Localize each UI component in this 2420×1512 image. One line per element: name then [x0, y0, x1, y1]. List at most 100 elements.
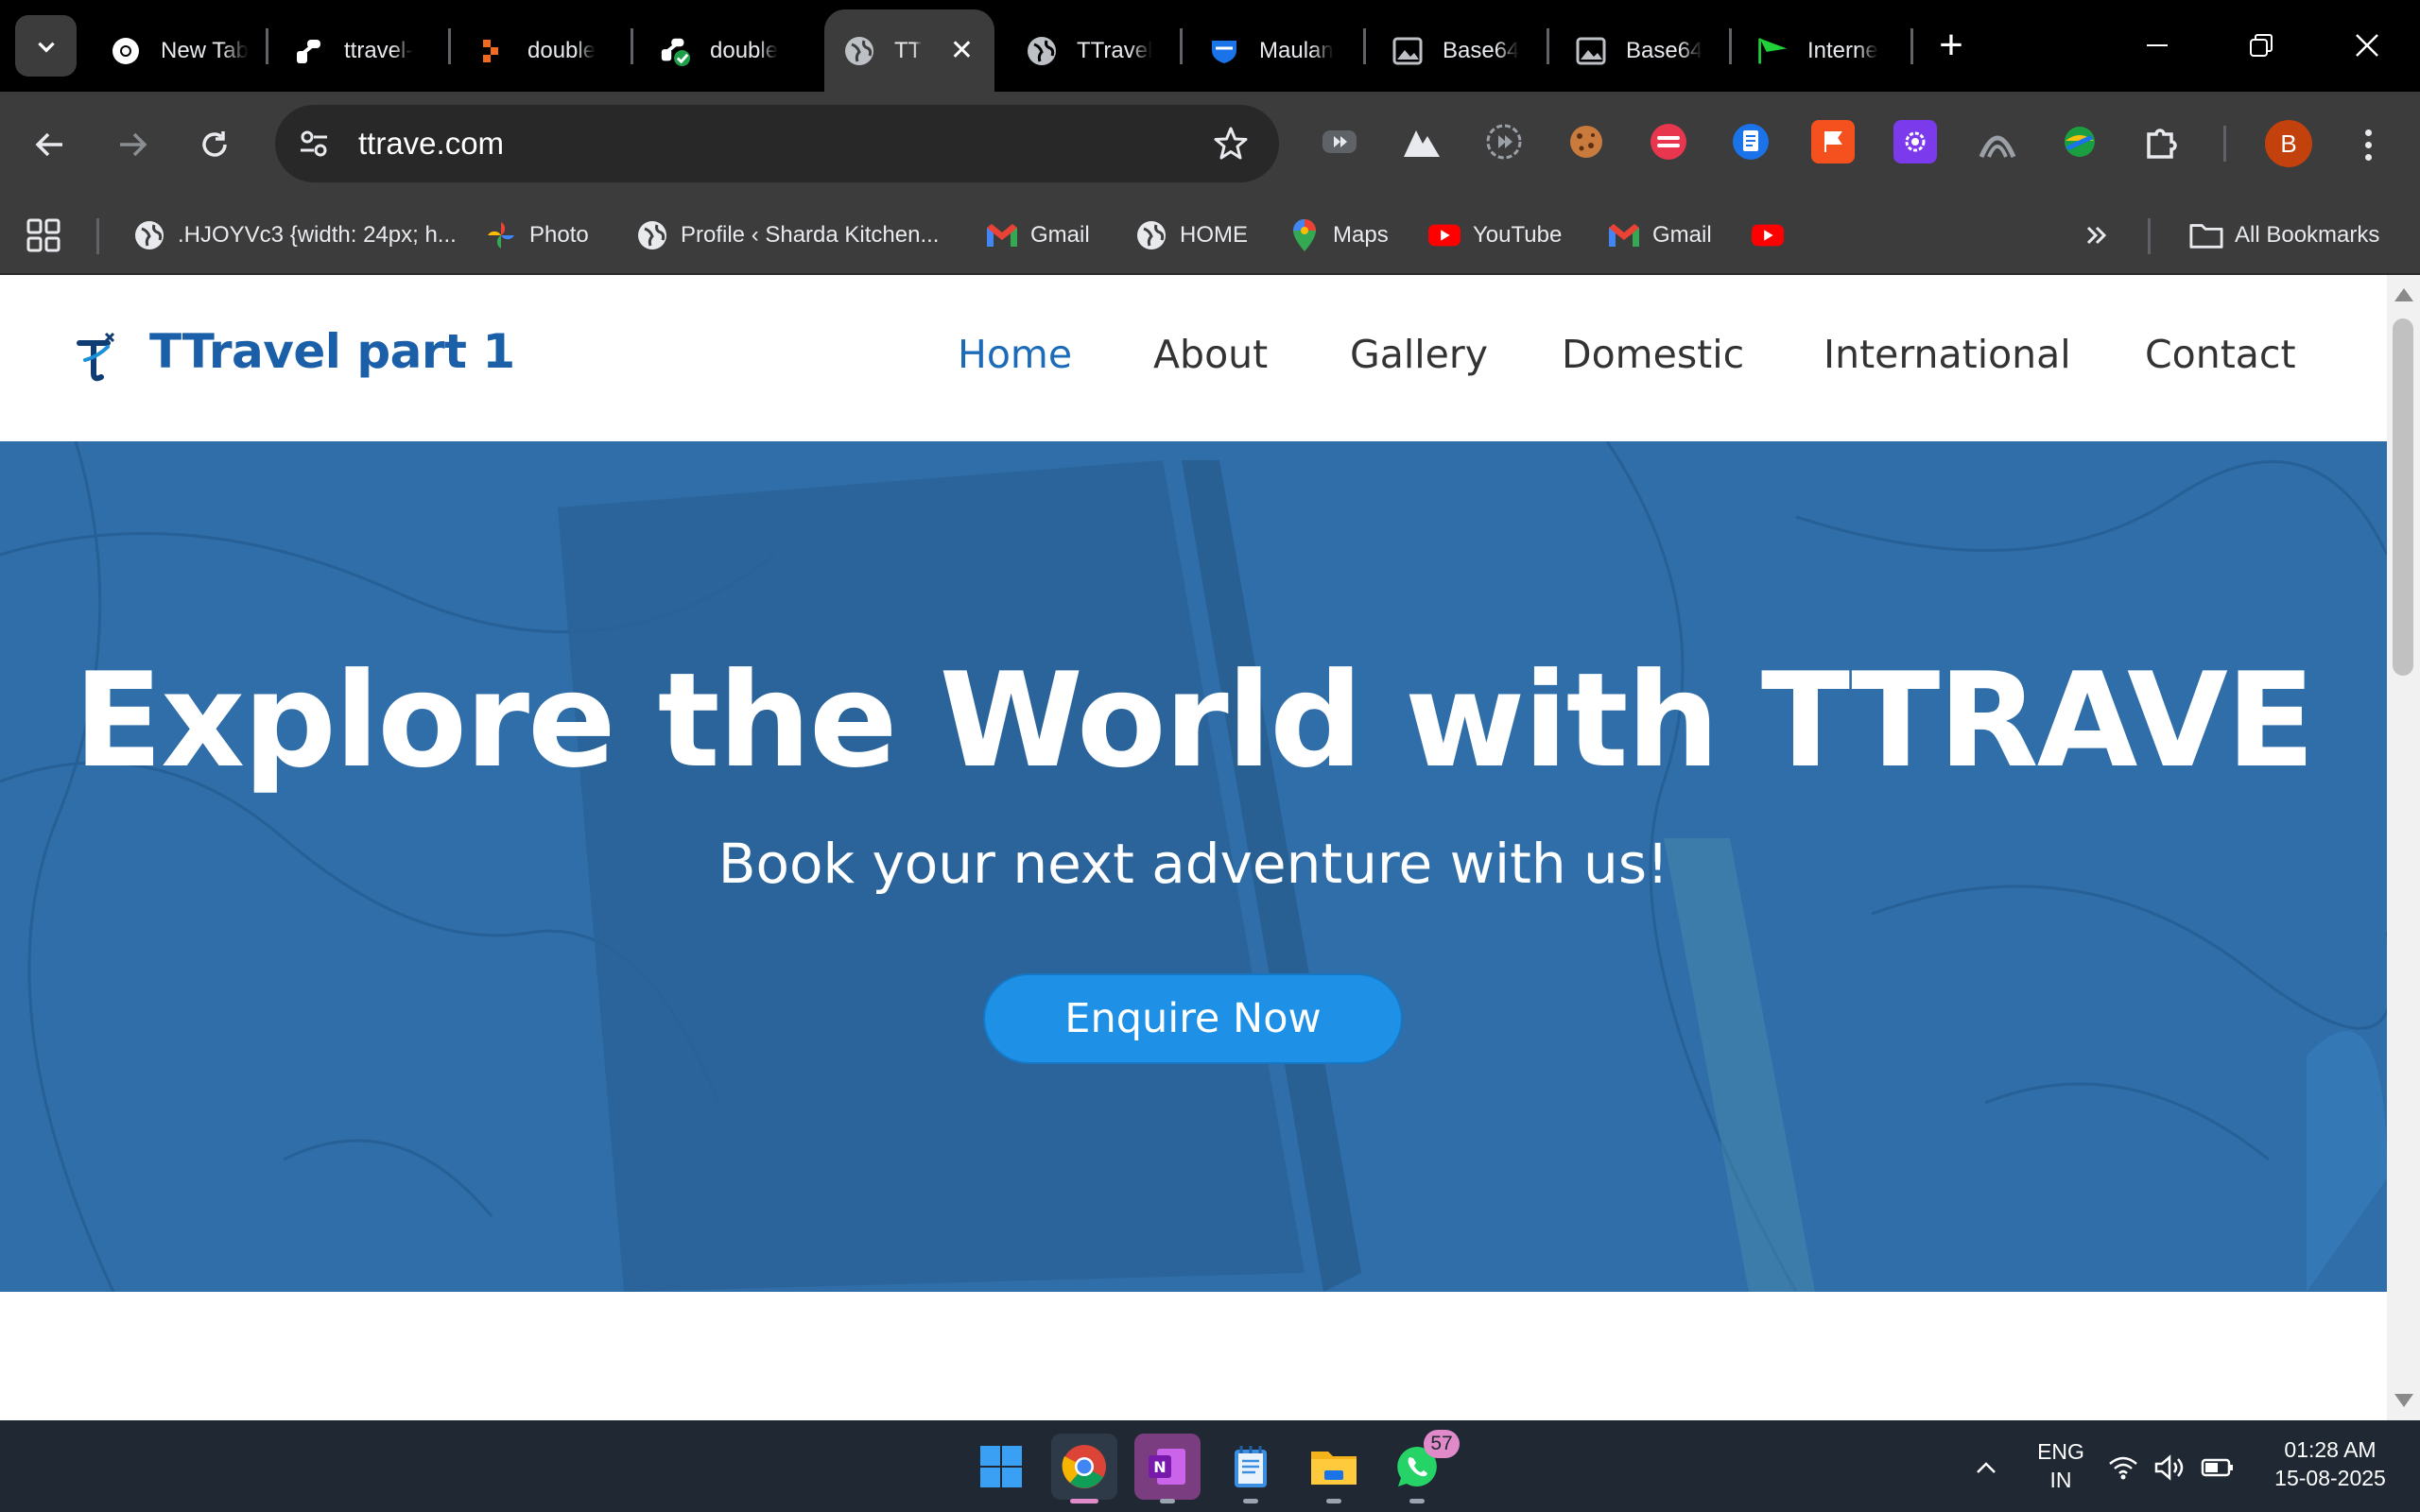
tab-new-tab[interactable]: New Tab: [91, 9, 261, 92]
nav-about[interactable]: About: [1153, 332, 1268, 377]
bookmark-label: Gmail: [1652, 222, 1712, 248]
start-button[interactable]: [968, 1434, 1034, 1500]
tab-base64-1[interactable]: Base64: [1373, 9, 1543, 92]
extension-mountain-icon[interactable]: [1400, 120, 1443, 163]
enquire-now-button[interactable]: Enquire Now: [983, 973, 1403, 1064]
new-tab-button[interactable]: +: [1930, 21, 1972, 70]
scroll-up-arrow-icon[interactable]: [2394, 288, 2413, 301]
site-logo-text[interactable]: TTravel part 1: [149, 324, 515, 379]
close-window-button[interactable]: [2339, 17, 2395, 74]
nav-contact[interactable]: Contact: [2145, 332, 2296, 377]
nav-domestic[interactable]: Domestic: [1562, 332, 1744, 377]
reload-button[interactable]: [188, 118, 241, 171]
site-info-icon[interactable]: [296, 126, 332, 162]
bookmark-label: Maps: [1333, 222, 1389, 248]
bookmark-item[interactable]: [1751, 211, 1796, 260]
extension-arc-icon[interactable]: [1976, 120, 2019, 163]
bookmark-item[interactable]: Photo: [484, 211, 589, 260]
tab-divider: [1910, 28, 1913, 64]
profile-avatar[interactable]: B: [2265, 120, 2312, 167]
bookmark-item[interactable]: YouTube: [1427, 211, 1562, 260]
tab-ttravel[interactable]: ttravel-: [274, 9, 444, 92]
green-flag-icon: [1756, 35, 1789, 67]
tab-divider: [1547, 28, 1549, 64]
bookmark-item[interactable]: Gmail: [1607, 211, 1712, 260]
nav-international[interactable]: International: [1824, 332, 2071, 377]
tab-maulan[interactable]: Maulan: [1189, 9, 1359, 92]
bookmark-star-icon[interactable]: [1211, 124, 1251, 163]
restore-button[interactable]: [2233, 17, 2290, 74]
extension-toggl-icon[interactable]: [1647, 120, 1690, 163]
arrow-right-icon: [120, 132, 147, 157]
nav-gallery[interactable]: Gallery: [1350, 332, 1488, 377]
extension-autoplay-icon[interactable]: [1482, 120, 1526, 163]
bookmark-item[interactable]: .HJOYVc3 {width: 24px; h...: [132, 211, 457, 260]
tab-ttravel-2[interactable]: TTravel: [1007, 9, 1177, 92]
taskbar-chrome[interactable]: [1051, 1434, 1117, 1503]
link-icon: [293, 35, 325, 67]
globe-icon: [132, 218, 166, 252]
hero-title: Explore the World with TTRAVE: [73, 644, 2315, 797]
nav-home[interactable]: Home: [958, 332, 1072, 377]
close-tab-icon[interactable]: ✕: [950, 34, 974, 67]
extension-flag-icon[interactable]: [1811, 120, 1855, 163]
globe-icon: [843, 35, 875, 67]
back-button[interactable]: [24, 118, 77, 171]
tab-label: Maulan: [1259, 37, 1334, 63]
apps-grid-button[interactable]: [26, 211, 72, 260]
forward-button[interactable]: [106, 118, 159, 171]
bookmark-item[interactable]: Gmail: [985, 211, 1090, 260]
extension-cookie-icon[interactable]: [1564, 120, 1608, 163]
more-bookmarks-button[interactable]: [2080, 211, 2125, 260]
folder-icon: [1311, 1452, 1357, 1485]
all-bookmarks-button[interactable]: All Bookmarks: [2189, 211, 2379, 260]
page-scrollbar[interactable]: [2387, 275, 2420, 1420]
pinwheel-icon: [484, 218, 518, 252]
restore-icon: [2250, 34, 2273, 57]
extensions-puzzle-icon[interactable]: [2140, 120, 2184, 163]
bookmark-item[interactable]: HOME: [1134, 211, 1248, 260]
link-check-icon: [659, 35, 691, 67]
tab-base64-2[interactable]: Base64: [1556, 9, 1726, 92]
bookmarks-divider: [96, 218, 99, 254]
show-hidden-icons-button[interactable]: [1953, 1441, 2019, 1494]
tab-label: ttravel-: [344, 37, 414, 63]
quick-settings-button[interactable]: [2100, 1441, 2242, 1494]
wifi-icon: [2109, 1456, 2137, 1480]
whatsapp-unread-badge: 57: [1424, 1430, 1460, 1458]
minimize-button[interactable]: [2129, 17, 2186, 74]
tab-internet[interactable]: Interne: [1737, 9, 1908, 92]
minimize-icon: [2147, 44, 2168, 46]
address-bar[interactable]: ttrave.com: [275, 105, 1279, 182]
bookmark-item[interactable]: Profile ‹ Sharda Kitchen...: [635, 211, 939, 260]
more-menu-icon[interactable]: [2354, 118, 2382, 171]
globe-icon: [1026, 35, 1058, 67]
tab-tt-active[interactable]: TT ✕: [824, 9, 994, 92]
extension-video-speed-icon[interactable]: [1318, 120, 1361, 163]
input-language-indicator[interactable]: ENG IN: [2032, 1437, 2089, 1494]
url-text[interactable]: ttrave.com: [358, 105, 504, 182]
taskbar-onenote[interactable]: N: [1134, 1434, 1201, 1503]
scrollbar-thumb[interactable]: [2393, 318, 2413, 676]
blue-shield-icon: [1208, 35, 1240, 67]
chevron-up-icon: [1977, 1462, 1996, 1473]
tab-double-1[interactable]: double: [458, 9, 628, 92]
extension-globe-download-icon[interactable]: [2058, 120, 2101, 163]
bookmark-item[interactable]: Maps: [1288, 211, 1389, 260]
taskbar-notepad[interactable]: [1218, 1434, 1284, 1503]
taskbar-whatsapp[interactable]: 57: [1384, 1430, 1460, 1503]
site-logo-icon[interactable]: [76, 332, 117, 385]
apps-grid-icon: [26, 218, 60, 252]
tab-search-button[interactable]: [15, 15, 77, 77]
scroll-down-arrow-icon[interactable]: [2394, 1394, 2413, 1407]
bookmarks-bar: .HJOYVc3 {width: 24px; h... Photo Profil…: [0, 196, 2420, 275]
tab-double-2[interactable]: double: [640, 9, 810, 92]
taskbar-file-explorer[interactable]: [1301, 1434, 1367, 1503]
tab-divider: [448, 28, 451, 64]
tab-divider: [266, 28, 268, 64]
extension-settings-icon[interactable]: [1893, 120, 1937, 163]
system-clock[interactable]: 01:28 AM 15-08-2025: [2259, 1435, 2401, 1492]
extension-docs-icon[interactable]: [1729, 120, 1772, 163]
hero-section: Explore the World with TTRAVE Book your …: [0, 441, 2387, 1292]
tab-label: Interne: [1807, 37, 1878, 63]
